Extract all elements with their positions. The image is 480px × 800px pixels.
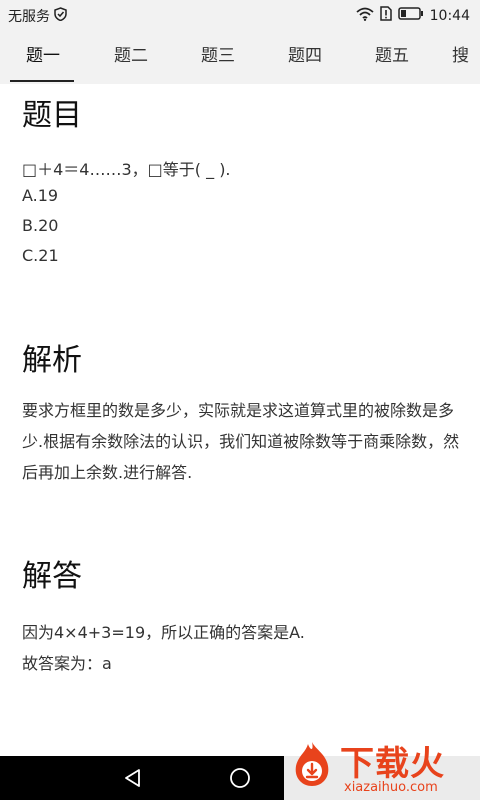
option-c: C.21 [22, 246, 59, 265]
question-heading: 题目 [22, 98, 82, 133]
carrier-label: 无服务 [8, 9, 50, 25]
watermark-brand: 下载火 [340, 744, 445, 784]
tab-label: 题三 [201, 46, 235, 66]
watermark-site: xiazaihuo.com [344, 780, 438, 795]
tab-label: 题四 [288, 46, 322, 66]
tab-label: 题二 [114, 46, 148, 66]
home-icon[interactable] [229, 767, 251, 793]
flame-logo-icon [290, 740, 334, 788]
question-stem: □＋4＝4……3，□等于( _ ). [22, 160, 231, 179]
tab-question-5[interactable]: 题五 [349, 30, 435, 84]
analysis-text: 要求方框里的数是多少，实际就是求这道算式里的被除数是多少.根据有余数除法的认识，… [22, 401, 460, 482]
tab-label: 题一 [26, 46, 60, 66]
tab-question-1[interactable]: 题一 [0, 30, 86, 84]
question-tabs: 题一 题二 题三 题四 题五 搜 [0, 30, 480, 84]
tab-label: 搜 [452, 46, 469, 66]
tab-question-2[interactable]: 题二 [88, 30, 174, 84]
wifi-icon [356, 7, 374, 25]
battery-icon [397, 7, 424, 24]
vpn-shield-icon [54, 7, 67, 25]
analysis-heading: 解析 [22, 343, 82, 378]
option-b: B.20 [22, 216, 59, 235]
option-a: A.19 [22, 186, 59, 205]
tab-question-4[interactable]: 题四 [262, 30, 348, 84]
clock-time: 10:44 [429, 7, 470, 24]
tab-label: 题五 [375, 46, 409, 66]
status-bar: 无服务 10:44 [0, 0, 480, 30]
answer-line-2: 故答案为：a [22, 654, 112, 673]
sim-alert-icon [379, 6, 392, 25]
status-right: 10:44 [356, 6, 470, 25]
status-left: 无服务 [8, 6, 67, 26]
tab-question-3[interactable]: 题三 [175, 30, 261, 84]
answer-line-1: 因为4×4+3=19，所以正确的答案是A. [22, 623, 305, 642]
active-tab-indicator [10, 80, 74, 82]
answer-heading: 解答 [22, 559, 82, 594]
tab-search[interactable]: 搜 [432, 30, 480, 84]
watermark: 下载火 xiazaihuo.com [284, 732, 480, 800]
back-icon[interactable] [122, 767, 144, 793]
